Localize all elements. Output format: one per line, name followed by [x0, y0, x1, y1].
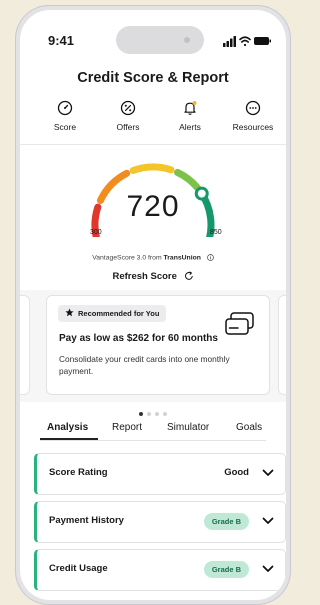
percent-icon: [120, 100, 136, 116]
nav-item-alerts[interactable]: Alerts: [160, 100, 220, 140]
score-icon: [57, 100, 73, 116]
nav-item-offers[interactable]: Offers: [98, 100, 158, 140]
pager-dot[interactable]: [163, 412, 167, 416]
tab-goals[interactable]: Goals: [236, 422, 262, 433]
grade-badge: Grade B: [203, 513, 249, 530]
gauge-segment-very-good: [174, 168, 201, 192]
info-icon[interactable]: [206, 254, 214, 261]
score-model: VantageScore 3.0 from: [92, 254, 164, 262]
nav-item-score[interactable]: Score: [35, 100, 95, 140]
pager-dot[interactable]: [139, 412, 143, 416]
row-label: Score Rating: [49, 467, 108, 478]
row-label: Credit Usage: [49, 563, 108, 574]
chevron-down-icon: [262, 517, 274, 524]
bell-icon: [184, 101, 197, 115]
chevron-down-icon: [262, 469, 274, 476]
score-source: VantageScore 3.0 from TransUnion: [20, 254, 286, 261]
app-screen: 9:41 Credit Score & Report Score Offers …: [20, 10, 286, 600]
phone-frame: 9:41 Credit Score & Report Score Offers …: [15, 5, 291, 605]
nav-label-offers: Offers: [116, 122, 140, 132]
page-title: Credit Score & Report: [77, 70, 229, 86]
header-divider: [20, 144, 286, 145]
tab-simulator[interactable]: Simulator: [167, 422, 209, 433]
credit-usage-row[interactable]: Credit Usage Grade B: [34, 549, 286, 591]
promo-description: Consolidate your credit cards into one m…: [59, 354, 230, 376]
camera-dot: [184, 37, 190, 43]
carousel-prev-card[interactable]: [20, 295, 30, 395]
score-rating-row[interactable]: Score Rating Good: [34, 453, 286, 495]
credit-cards-icon: [225, 312, 254, 335]
carousel-next-card[interactable]: [278, 295, 286, 395]
nav-label-score: Score: [53, 122, 77, 132]
refresh-icon: [184, 271, 193, 281]
pager-dot[interactable]: [155, 412, 159, 416]
star-icon: [65, 308, 74, 317]
battery-icon: [254, 37, 271, 45]
credit-score-value: 720: [126, 190, 180, 223]
tab-divider: [40, 440, 266, 441]
badge-label: Recommended for You: [78, 309, 160, 318]
wifi-icon: [239, 36, 251, 47]
score-range-max: 850: [210, 229, 222, 236]
gauge-segment-good: [129, 163, 175, 174]
row-label: Payment History: [49, 515, 124, 526]
recommended-badge: Recommended for You: [58, 305, 167, 322]
pager-dot[interactable]: [147, 412, 151, 416]
chevron-down-icon: [262, 565, 274, 572]
status-time: 9:41: [48, 33, 75, 48]
nav-item-resources[interactable]: Resources: [223, 100, 283, 140]
refresh-label: Refresh Score: [112, 271, 177, 282]
dynamic-island: [116, 26, 204, 54]
promo-card[interactable]: Recommended for You Pay as low as $262 f…: [46, 295, 270, 395]
notification-dot: [192, 101, 197, 105]
score-range-min: 300: [90, 229, 102, 236]
score-bureau: TransUnion: [163, 254, 201, 262]
tab-analysis[interactable]: Analysis: [47, 422, 88, 433]
more-icon: [245, 100, 261, 116]
status-icons: [223, 36, 271, 47]
grade-badge: Grade B: [203, 561, 249, 578]
nav-label-resources: Resources: [232, 122, 274, 132]
tab-report[interactable]: Report: [112, 422, 142, 433]
signal-icon: [223, 36, 236, 47]
score-rating-value: Good: [224, 467, 249, 478]
promo-headline: Pay as low as $262 for 60 months: [59, 333, 218, 344]
carousel-pager: [20, 403, 286, 421]
refresh-score-button[interactable]: Refresh Score: [20, 271, 286, 282]
nav-label-alerts: Alerts: [179, 122, 201, 132]
payment-history-row[interactable]: Payment History Grade B: [34, 501, 286, 543]
